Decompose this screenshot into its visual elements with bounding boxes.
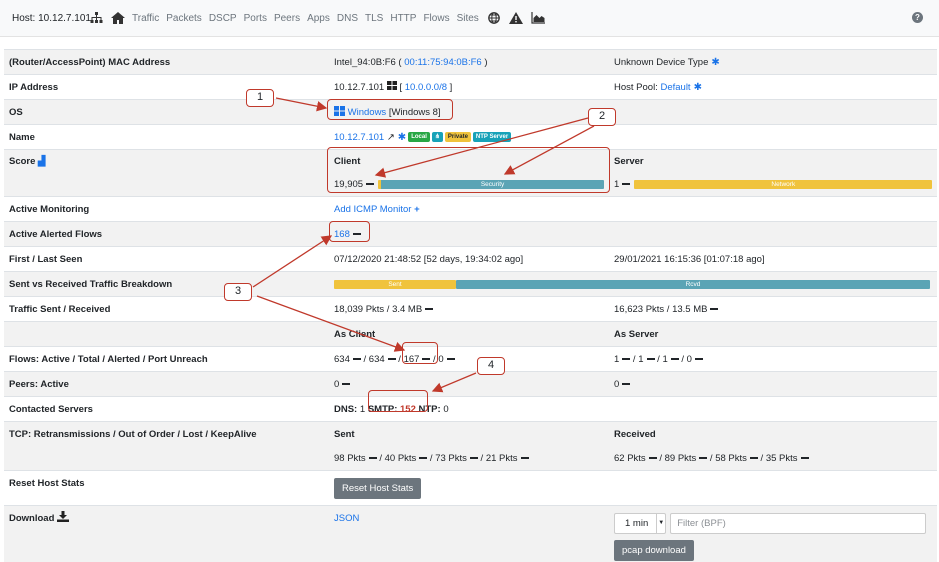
name-label: Name bbox=[4, 124, 330, 150]
add-icmp-monitor-link[interactable]: Add ICMP Monitor bbox=[334, 204, 411, 215]
server-flows: 1 / 1 / 1 / 0 bbox=[610, 346, 937, 372]
network-tree-icon[interactable] bbox=[88, 11, 104, 25]
as-client-header: As Client bbox=[330, 321, 610, 347]
nav-dns[interactable]: DNS bbox=[337, 13, 358, 24]
alerted-flows-label: Active Alerted Flows bbox=[4, 221, 330, 247]
mac-value: Intel_94:0B:F6 ( 00:11:75:94:0B:F6 ) bbox=[330, 49, 610, 75]
rcvd-bar: Rcvd bbox=[456, 279, 930, 289]
globe-icon[interactable] bbox=[486, 11, 502, 25]
traffic-label: Traffic Sent / Received bbox=[4, 296, 330, 322]
bpf-filter-input[interactable]: Filter (BPF) bbox=[670, 512, 927, 534]
traffic-received: 16,623 Pkts / 13.5 MB bbox=[610, 296, 937, 322]
callout-3: 3 bbox=[224, 283, 252, 301]
interval-select[interactable]: 1 min ▼ bbox=[614, 512, 667, 534]
host-title: Host: 10.12.7.101 bbox=[12, 13, 91, 24]
traffic-sent: 18,039 Pkts / 3.4 MB bbox=[330, 296, 610, 322]
callout-2: 2 bbox=[588, 108, 616, 126]
last-seen: 29/01/2021 16:15:36 [01:07:18 ago] bbox=[610, 246, 937, 272]
server-peers: 0 bbox=[610, 371, 937, 397]
nav-dscp[interactable]: DSCP bbox=[209, 13, 237, 24]
name-value: 10.12.7.101 ↗ ✱ Local ⋔ Private NTP Server bbox=[330, 124, 610, 150]
nav-ports[interactable]: Ports bbox=[244, 13, 267, 24]
nav-packets[interactable]: Packets bbox=[166, 13, 202, 24]
nav-http[interactable]: HTTP bbox=[390, 13, 416, 24]
callout-1: 1 bbox=[246, 89, 274, 107]
annotation-box-score bbox=[327, 147, 610, 193]
reset-host-stats-button[interactable]: Reset Host Stats bbox=[334, 477, 422, 499]
monitoring-label: Active Monitoring bbox=[4, 196, 330, 222]
plus-icon[interactable]: + bbox=[414, 204, 420, 215]
nav-sites[interactable]: Sites bbox=[457, 13, 479, 24]
nav-tls[interactable]: TLS bbox=[365, 13, 383, 24]
external-link-icon[interactable]: ↗ bbox=[387, 132, 395, 143]
contacted-label: Contacted Servers bbox=[4, 396, 330, 422]
download-icon[interactable] bbox=[57, 511, 70, 525]
annotation-box-os bbox=[327, 99, 453, 120]
host-name-link[interactable]: 10.12.7.101 bbox=[334, 132, 384, 143]
callout-4: 4 bbox=[477, 357, 505, 375]
annotation-box-alerted bbox=[329, 221, 370, 242]
badge-ntp-server: NTP Server bbox=[472, 132, 512, 142]
sent-bar: Sent bbox=[334, 279, 456, 289]
device-type: Unknown Device Type ✱ bbox=[610, 49, 937, 75]
badge-local: Local bbox=[408, 132, 430, 142]
os-label: OS bbox=[4, 99, 330, 125]
home-icon[interactable] bbox=[110, 11, 126, 25]
badge-private: Private bbox=[444, 132, 471, 142]
client-flows: 634 / 634 / 167 / 0 bbox=[330, 346, 610, 372]
host-pool: Host Pool: Default ✱ bbox=[610, 74, 937, 100]
nav-flows[interactable]: Flows bbox=[423, 13, 449, 24]
server-score: Server 1 Network bbox=[610, 149, 937, 197]
chevron-down-icon: ▼ bbox=[656, 513, 665, 533]
top-navbar: Host: 10.12.7.101 Traffic Packets DSCP P… bbox=[0, 0, 939, 37]
subnet-link[interactable]: 10.0.0.0/8 bbox=[405, 82, 447, 93]
nav-peers[interactable]: Peers bbox=[274, 13, 300, 24]
gear-icon[interactable]: ✱ bbox=[398, 132, 406, 143]
windows-icon bbox=[386, 81, 397, 93]
as-server-header: As Server bbox=[610, 321, 937, 347]
host-details-table: (Router/AccessPoint) MAC Address Intel_9… bbox=[4, 49, 937, 562]
download-label: Download bbox=[4, 505, 330, 562]
gear-icon[interactable]: ✱ bbox=[694, 82, 702, 93]
flows-label: Flows: Active / Total / Alerted / Port U… bbox=[4, 346, 330, 372]
tcp-received: Received 62 Pkts / 89 Pkts / 58 Pkts / 3… bbox=[610, 421, 937, 471]
gear-icon[interactable]: ✱ bbox=[711, 57, 719, 68]
mac-address-link[interactable]: 00:11:75:94:0B:F6 bbox=[404, 57, 481, 68]
annotation-box-client-alerted bbox=[402, 342, 438, 364]
mac-label: (Router/AccessPoint) MAC Address bbox=[4, 49, 330, 75]
host-nav: Traffic Packets DSCP Ports Peers Apps DN… bbox=[88, 11, 552, 25]
tcp-label: TCP: Retransmissions / Out of Order / Lo… bbox=[4, 421, 330, 471]
ip-label: IP Address bbox=[4, 74, 330, 100]
breakdown-label: Sent vs Received Traffic Breakdown bbox=[4, 271, 330, 297]
host-pool-link[interactable]: Default bbox=[660, 82, 690, 93]
network-score-bar: Network bbox=[634, 179, 933, 189]
json-download-link[interactable]: JSON bbox=[334, 513, 359, 524]
score-label: Score ▟ bbox=[4, 149, 330, 197]
score-chart-icon[interactable]: ▟ bbox=[38, 156, 45, 167]
nav-traffic[interactable]: Traffic bbox=[132, 13, 159, 24]
nav-apps[interactable]: Apps bbox=[307, 13, 330, 24]
area-chart-icon[interactable] bbox=[530, 11, 546, 25]
pcap-download-button[interactable]: pcap download bbox=[614, 539, 694, 561]
ip-value: 10.12.7.101 [ 10.0.0.0/8 ] bbox=[330, 74, 610, 100]
first-seen: 07/12/2020 21:48:52 [52 days, 19:34:02 a… bbox=[330, 246, 610, 272]
warning-icon[interactable] bbox=[508, 11, 524, 25]
reset-label: Reset Host Stats bbox=[4, 470, 330, 506]
tcp-sent: Sent 98 Pkts / 40 Pkts / 73 Pkts / 21 Pk… bbox=[330, 421, 610, 471]
help-icon[interactable]: ? bbox=[912, 12, 923, 23]
peers-label: Peers: Active bbox=[4, 371, 330, 397]
network-badge-icon: ⋔ bbox=[431, 132, 443, 142]
traffic-breakdown-bar: Sent Rcvd bbox=[334, 279, 930, 289]
seen-label: First / Last Seen bbox=[4, 246, 330, 272]
annotation-box-smtp bbox=[368, 390, 428, 412]
